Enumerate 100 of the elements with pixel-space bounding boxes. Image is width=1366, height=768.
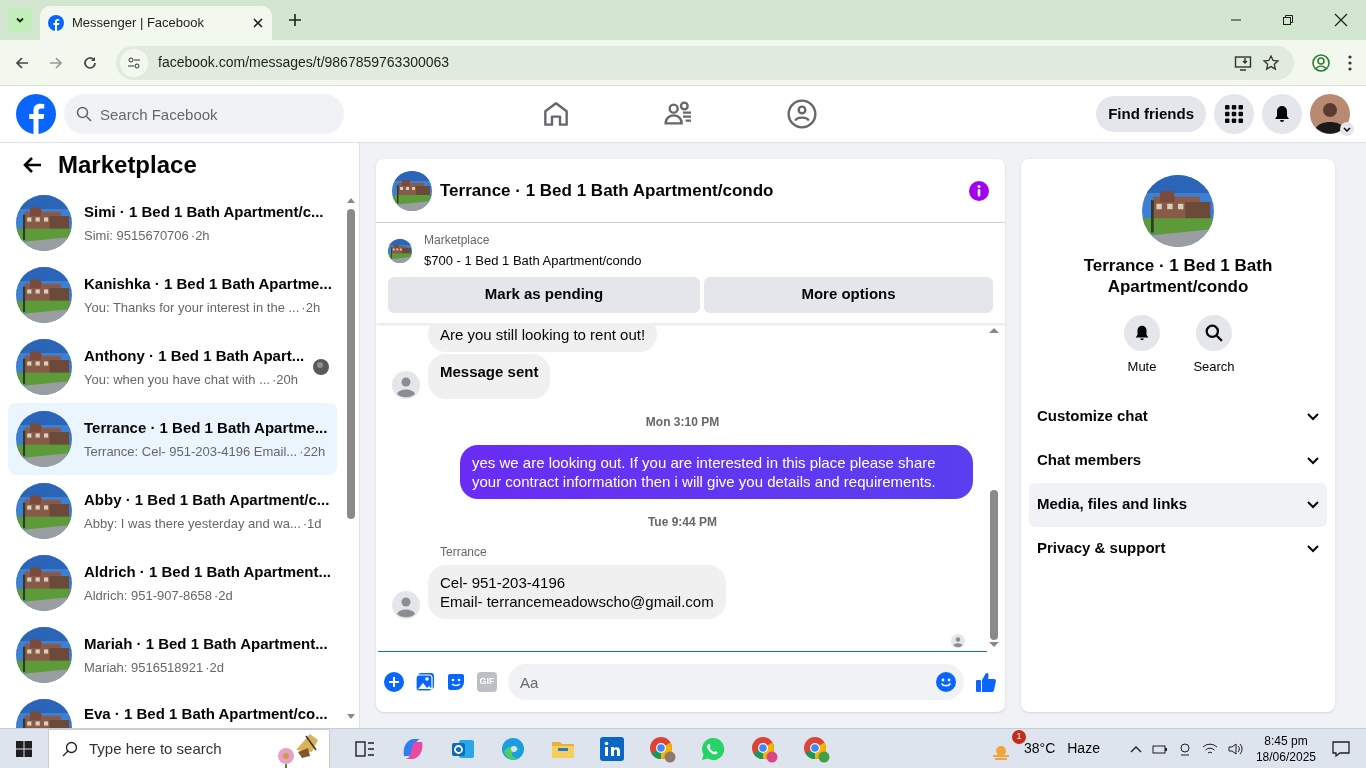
notification-badge: 1: [1011, 729, 1026, 744]
windows-icon[interactable]: [16, 740, 32, 757]
tab-title: Messenger | Facebook: [72, 14, 205, 33]
conversation-name: Eva · 1 Bed 1 Bath Apartment/co...: [84, 704, 329, 724]
notifications-button[interactable]: [1262, 94, 1302, 134]
facebook-logo-icon[interactable]: [16, 94, 56, 134]
url-text: facebook.com/messages/t/9867859763300063: [158, 53, 451, 72]
avatar-icon[interactable]: [1310, 94, 1350, 134]
conversation-item[interactable]: Aldrich · 1 Bed 1 Bath Apartment... Aldrich: 951-907-8658·2d: [8, 547, 337, 619]
sticker-icon[interactable]: [446, 672, 466, 692]
tab-search-button[interactable]: [8, 8, 32, 32]
search-field[interactable]: Search Facebook: [64, 94, 344, 134]
message-preview: Abby: I was there yesterday and wa...: [84, 515, 301, 533]
message-bubble: Message sent: [428, 353, 551, 399]
image-icon[interactable]: [415, 672, 435, 692]
thumbs-up-icon[interactable]: [975, 671, 997, 693]
webcam-icon[interactable]: [1177, 741, 1192, 756]
seen-avatar-icon: [951, 634, 965, 648]
site-settings-icon[interactable]: [127, 55, 141, 70]
emoji-icon[interactable]: [936, 672, 956, 692]
speaker-icon[interactable]: [1227, 741, 1244, 756]
install-app-icon[interactable]: [1234, 53, 1252, 72]
search-icon: [1205, 324, 1223, 342]
message-time: ·22h: [299, 443, 326, 461]
message-preview: Simi: 9515670706: [84, 227, 189, 245]
conversation-name: Kanishka · 1 Bed 1 Bath Apartme...: [84, 273, 329, 294]
chevron-down-icon: [1307, 412, 1319, 421]
profile-icon[interactable]: [1312, 53, 1330, 72]
section-item[interactable]: Chat members: [1029, 438, 1327, 483]
scroll-down-icon[interactable]: [989, 642, 999, 648]
close-icon[interactable]: [1334, 13, 1348, 27]
message-time: ·2d: [213, 587, 233, 605]
section-item[interactable]: Customize chat: [1029, 394, 1327, 439]
back-icon[interactable]: [14, 54, 30, 71]
info-icon[interactable]: [969, 180, 989, 201]
chrome-icon[interactable]: [802, 734, 830, 763]
close-icon[interactable]: [252, 17, 264, 29]
scroll-up-icon[interactable]: [989, 326, 999, 333]
menu-icon[interactable]: [1348, 54, 1352, 71]
wifi-icon[interactable]: [1201, 741, 1218, 756]
scrollbar-thumb[interactable]: [990, 490, 998, 640]
message-preview: Terrance: Cel- 951-203-4196 Email...: [84, 443, 298, 461]
section-item[interactable]: Media, files and links: [1029, 482, 1327, 527]
browser-tab[interactable]: Messenger | Facebook: [40, 6, 272, 40]
message-preview: You: Thanks for your interest in the ...: [84, 299, 300, 317]
chrome-icon[interactable]: [648, 734, 676, 763]
forward-icon[interactable]: [48, 54, 64, 71]
conversation-name: Simi · 1 Bed 1 Bath Apartment/c...: [84, 201, 325, 222]
conversation-name: Terrance · 1 Bed 1 Bath Apartme...: [84, 417, 329, 438]
reload-icon[interactable]: [82, 54, 98, 71]
conversation-item[interactable]: Simi · 1 Bed 1 Bath Apartment/c... Simi: 9515670706·2h: [8, 187, 337, 259]
conversation-item[interactable]: Abby · 1 Bed 1 Bath Apartment/c... Abby: I was there yesterday and wa...·1d: [8, 475, 337, 547]
section-item[interactable]: Privacy & support: [1029, 526, 1327, 571]
clock-time[interactable]: 8:45 pm: [1264, 732, 1308, 749]
timestamp: Tue 9:44 PM: [647, 513, 718, 531]
message-bubble: Are you still looking to rent out!: [428, 322, 658, 352]
conversation-name: Anthony · 1 Bed 1 Bath Apart...: [84, 345, 301, 366]
mute-button[interactable]: [1124, 315, 1160, 351]
notifications-icon[interactable]: [1332, 739, 1350, 758]
clock-date[interactable]: 18/06/2025: [1255, 748, 1316, 765]
facebook-logo-icon: [48, 15, 64, 31]
chat-title: Terrance · 1 Bed 1 Bath Apartment/condo: [440, 179, 775, 202]
listing-label: Marketplace: [424, 232, 491, 249]
linkedin-icon[interactable]: [600, 736, 624, 761]
find-friends-button[interactable]: Find friends: [1096, 96, 1206, 132]
sidebar-title: Marketplace: [58, 150, 197, 180]
scrollbar-thumb[interactable]: [347, 209, 355, 519]
search-icon: [62, 740, 78, 757]
scroll-up-icon[interactable]: [347, 197, 355, 203]
conversation-item[interactable]: Terrance · 1 Bed 1 Bath Apartme... Terrance: Cel- 951-203-4196 Email...·22h: [8, 403, 337, 475]
message-time: ·20h: [272, 371, 298, 389]
message-time: ·2h: [190, 227, 210, 245]
conversation-name: Aldrich · 1 Bed 1 Bath Apartment...: [84, 561, 329, 582]
conversation-item[interactable]: Mariah · 1 Bed 1 Bath Apartment... Mariah: 9516518921·2d: [8, 619, 337, 691]
chevron-down-icon: [1307, 544, 1319, 553]
chrome-icon[interactable]: [750, 734, 778, 763]
search-icon: [76, 106, 92, 122]
menu-button[interactable]: [1214, 94, 1254, 134]
scroll-down-icon[interactable]: [347, 714, 355, 720]
chevron-down-icon[interactable]: [1340, 122, 1354, 136]
conversation-item[interactable]: Anthony · 1 Bed 1 Bath Apart... You: when you have chat with ...·20h: [8, 331, 337, 403]
conversation-name: Mariah · 1 Bed 1 Bath Apartment...: [84, 633, 329, 654]
message-time: ·2d: [205, 659, 225, 677]
listing-action-button[interactable]: Mark as pending: [388, 276, 700, 313]
temperature: 38°C: [1023, 739, 1056, 758]
conversation-item[interactable]: Kanishka · 1 Bed 1 Bath Apartme... You: Thanks for your interest in the ...·2h: [8, 259, 337, 331]
address-bar[interactable]: facebook.com/messages/t/9867859763300063: [116, 45, 1294, 80]
message-preview: Aldrich: 951-907-8658: [84, 587, 212, 605]
search-button[interactable]: [1196, 315, 1232, 351]
grid-icon: [1225, 105, 1243, 123]
back-arrow-icon[interactable]: [22, 156, 42, 174]
restore-icon[interactable]: [1282, 14, 1294, 26]
plus-icon[interactable]: [384, 672, 404, 692]
star-icon[interactable]: [1262, 53, 1280, 72]
chevron-up-icon[interactable]: [1129, 744, 1142, 753]
groups-icon[interactable]: [786, 98, 818, 130]
listing-action-button[interactable]: More options: [704, 276, 993, 313]
new-tab-icon[interactable]: [288, 13, 302, 27]
message-input[interactable]: Aa: [508, 664, 964, 700]
listing-title: $700 - 1 Bed 1 Bath Apartment/condo: [424, 252, 642, 270]
